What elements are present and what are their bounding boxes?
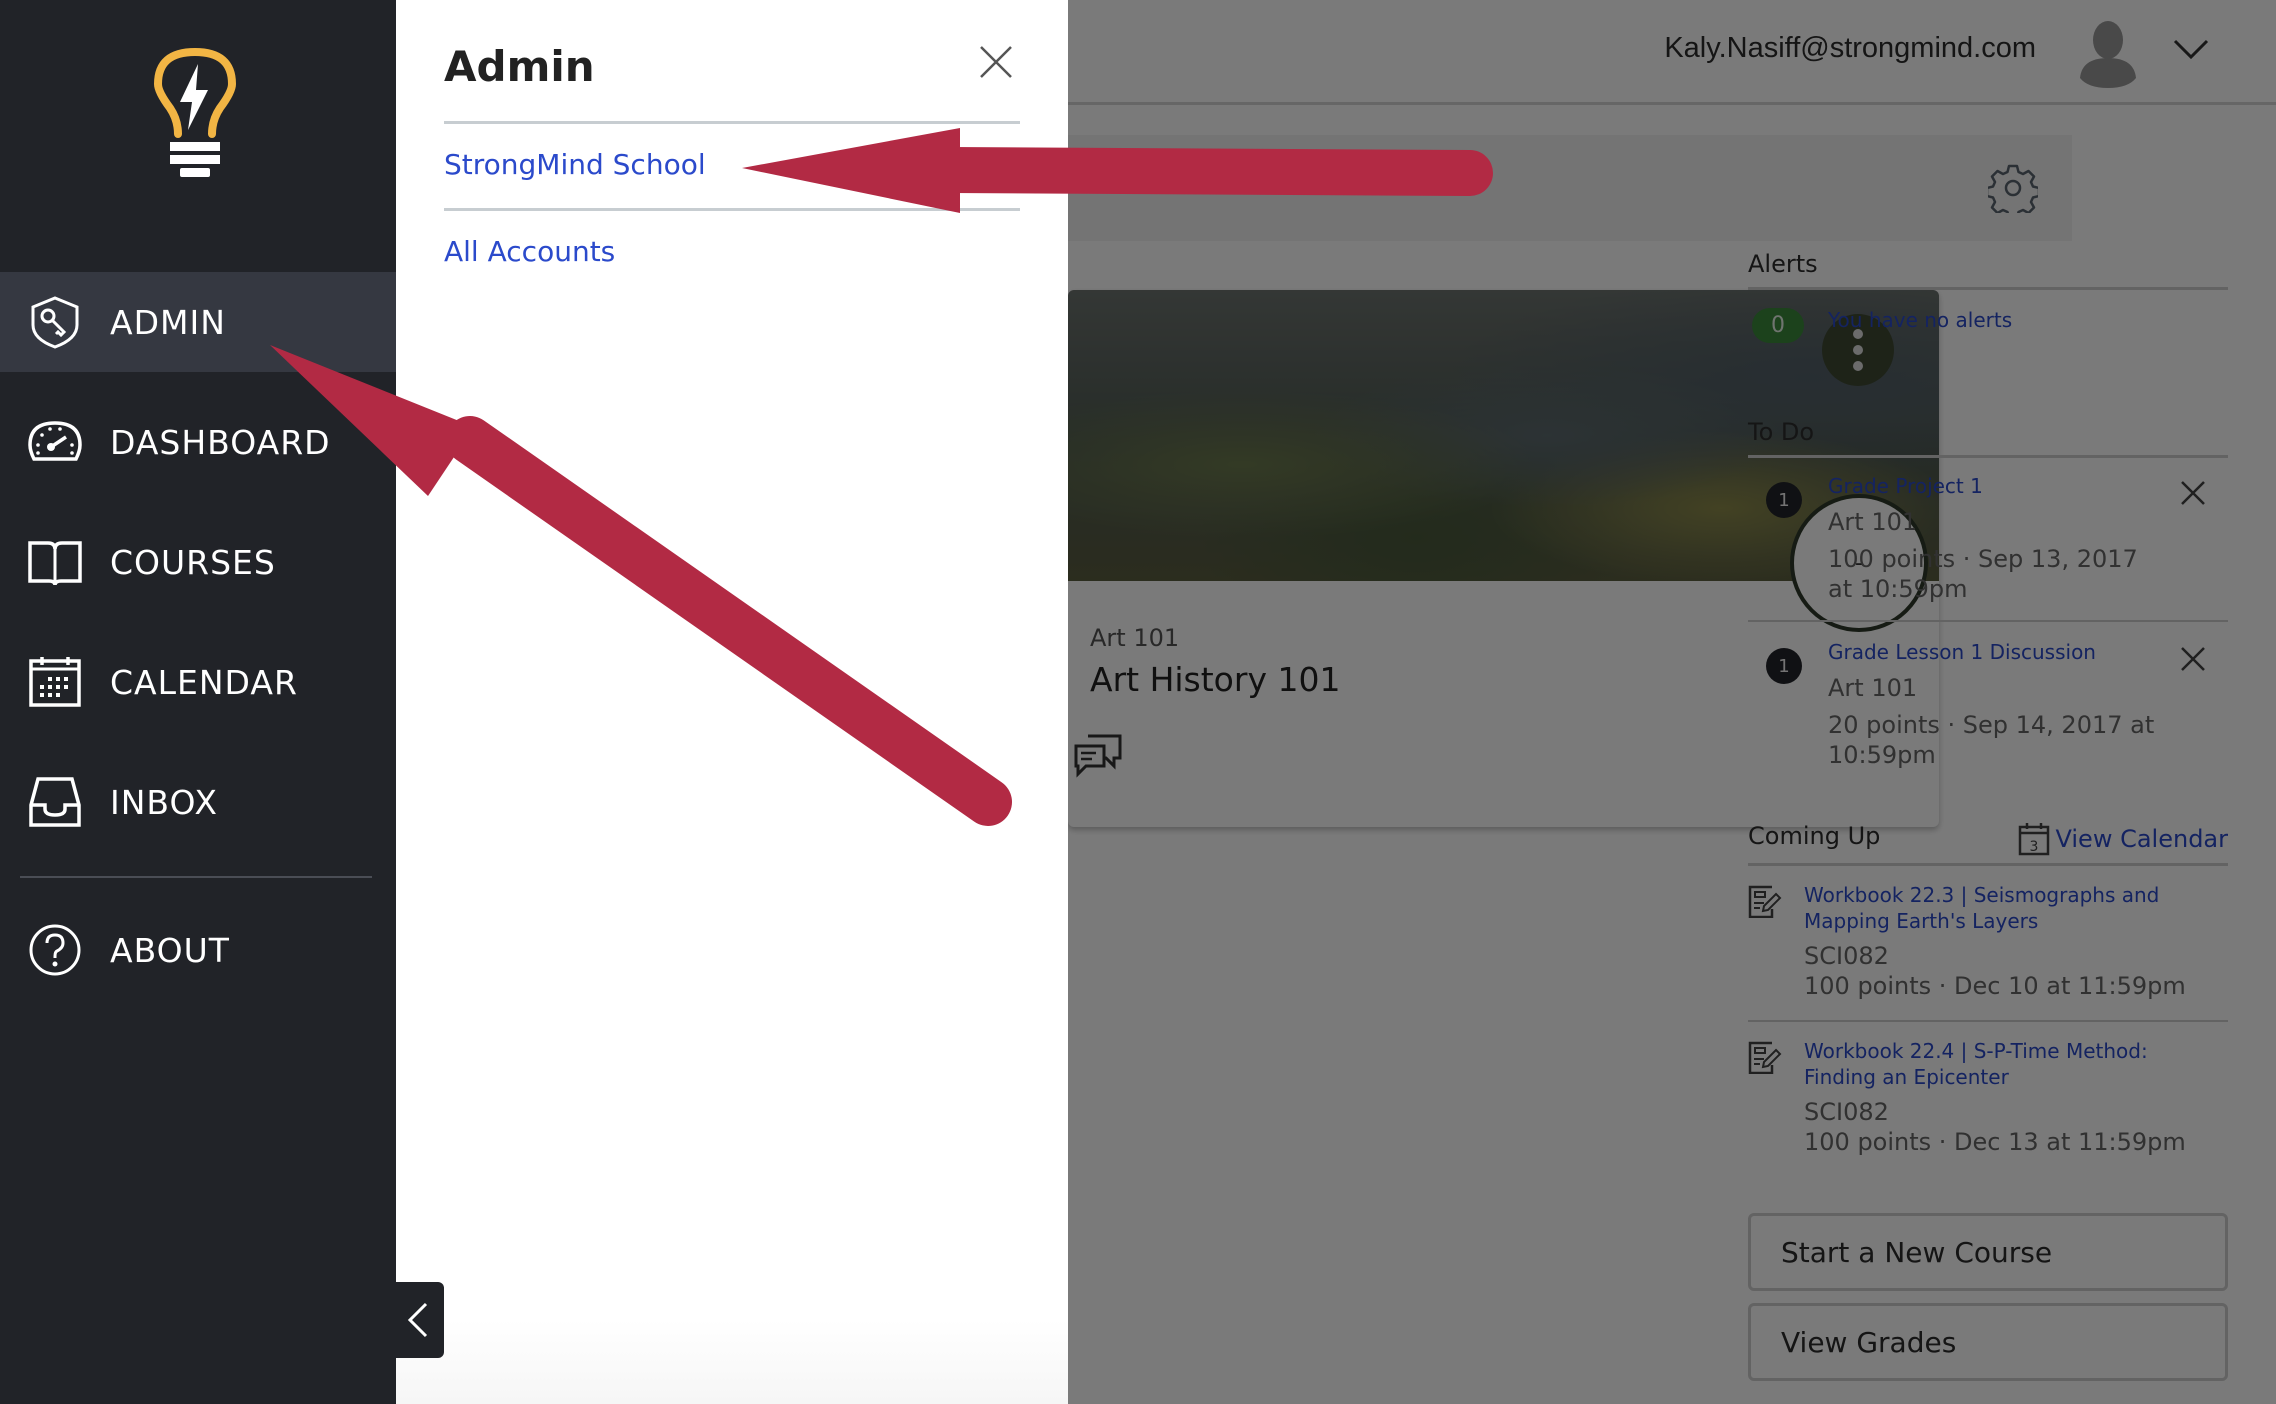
speedometer-icon [28, 421, 82, 461]
tray-divider [444, 121, 1020, 124]
chevron-left-icon [407, 1302, 428, 1338]
sidebar-item-inbox[interactable]: INBOX [0, 752, 396, 852]
sidebar-item-label: ADMIN [110, 302, 226, 342]
close-icon[interactable] [978, 44, 1014, 80]
tray-title: Admin [444, 42, 595, 91]
lightbulb-logo-icon[interactable] [152, 46, 238, 178]
collapse-nav-button[interactable] [396, 1282, 444, 1358]
shield-key-icon [31, 296, 79, 349]
sidebar-item-label: COURSES [110, 542, 276, 582]
sidebar-divider [20, 876, 372, 878]
sidebar-item-label: CALENDAR [110, 662, 298, 702]
all-accounts-link[interactable]: All Accounts [444, 235, 615, 268]
open-book-icon [28, 541, 82, 586]
sidebar-item-calendar[interactable]: CALENDAR [0, 632, 396, 732]
sidebar-item-dashboard[interactable]: DASHBOARD [0, 392, 396, 492]
admin-tray: Admin StrongMind School All Accounts [396, 0, 1068, 1404]
sidebar-item-label: ABOUT [110, 930, 230, 970]
sidebar-item-label: DASHBOARD [110, 422, 331, 462]
question-circle-icon [29, 924, 81, 976]
sidebar-item-about[interactable]: ABOUT [0, 900, 396, 1000]
sidebar-item-courses[interactable]: COURSES [0, 512, 396, 612]
global-nav-sidebar: ADMIN DASHBOARD COURSES CALENDAR INBOX A… [0, 0, 396, 1404]
inbox-tray-icon [29, 777, 81, 827]
sidebar-item-label: INBOX [110, 782, 218, 822]
strongmind-school-link[interactable]: StrongMind School [444, 148, 706, 181]
tray-divider [444, 208, 1020, 211]
calendar-icon [29, 657, 81, 707]
sidebar-item-admin[interactable]: ADMIN [0, 272, 396, 372]
